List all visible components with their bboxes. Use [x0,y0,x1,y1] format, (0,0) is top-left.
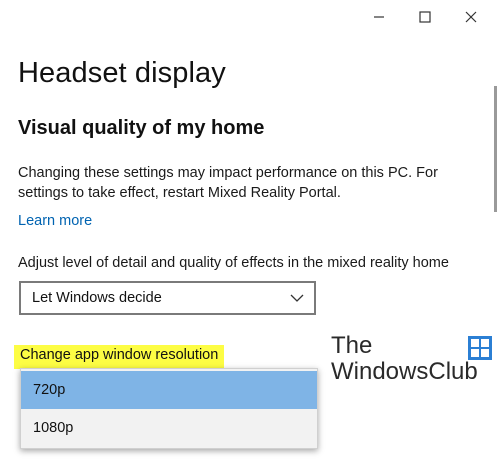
settings-description: Changing these settings may impact perfo… [18,165,438,201]
minimize-icon [374,16,384,18]
watermark-logo: The WindowsClub [331,332,496,387]
watermark-line1: The [331,332,373,359]
quality-dropdown-value: Let Windows decide [32,290,162,306]
chevron-down-icon [290,294,304,302]
quality-dropdown[interactable]: Let Windows decide [19,281,316,315]
vertical-scrollbar[interactable] [494,86,497,212]
minimize-button[interactable] [356,0,402,34]
resolution-option-720p[interactable]: 720p [21,371,317,409]
windowsclub-logo-icon [468,336,492,360]
watermark-line2: WindowsClub [331,358,478,385]
resolution-dropdown-menu: 720p 1080p [20,368,318,449]
section-title: Visual quality of my home [18,117,265,139]
quality-level-label: Adjust level of detail and quality of ef… [18,255,449,271]
page-title: Headset display [18,57,226,89]
resolution-option-label: 720p [33,382,66,398]
learn-more-link[interactable]: Learn more [18,213,92,229]
resolution-option-label: 1080p [33,420,74,436]
resolution-option-1080p[interactable]: 1080p [21,409,317,447]
close-button[interactable] [448,0,494,34]
maximize-button[interactable] [402,0,448,34]
resolution-label: Change app window resolution [14,345,225,369]
title-bar [0,0,500,34]
close-icon [465,11,477,23]
maximize-icon [419,11,431,23]
